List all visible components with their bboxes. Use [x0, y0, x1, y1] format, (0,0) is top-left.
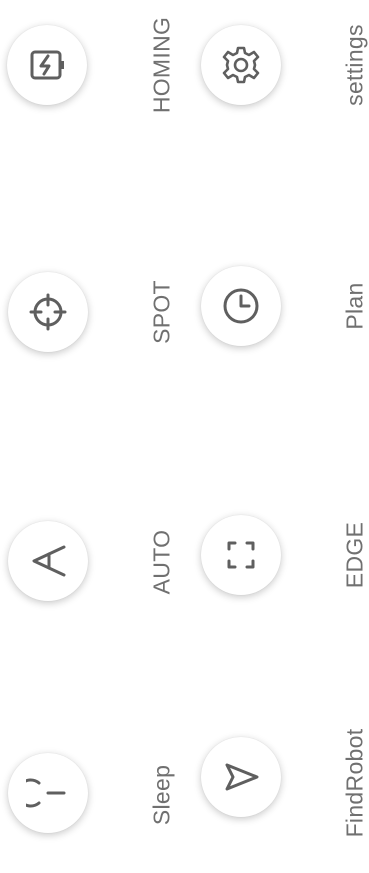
plan-label: Plan [341, 282, 368, 330]
gear-icon [222, 46, 260, 84]
settings-button[interactable] [201, 25, 281, 105]
edge-label: EDGE [341, 521, 368, 589]
spot-label: SPOT [148, 280, 175, 344]
homing-button[interactable] [7, 25, 87, 105]
navigation-arrow-icon [225, 763, 259, 791]
spot-button[interactable] [8, 272, 88, 352]
battery-charging-icon [30, 50, 64, 80]
findrobot-button[interactable] [201, 737, 281, 817]
frame-corners-icon [227, 541, 255, 569]
auto-label: AUTO [148, 529, 175, 595]
homing-label: HOMING [148, 16, 175, 114]
auto-button[interactable] [8, 521, 88, 601]
settings-label: settings [341, 24, 368, 106]
findrobot-label: FindRobot [341, 728, 368, 838]
edge-button[interactable] [201, 515, 281, 595]
plan-button[interactable] [201, 266, 281, 346]
letter-a-icon [32, 545, 66, 577]
sleep-button[interactable] [8, 753, 88, 833]
clock-icon [223, 288, 259, 324]
sleep-label: Sleep [148, 764, 175, 826]
crosshair-icon [29, 293, 67, 331]
power-icon [26, 778, 66, 808]
